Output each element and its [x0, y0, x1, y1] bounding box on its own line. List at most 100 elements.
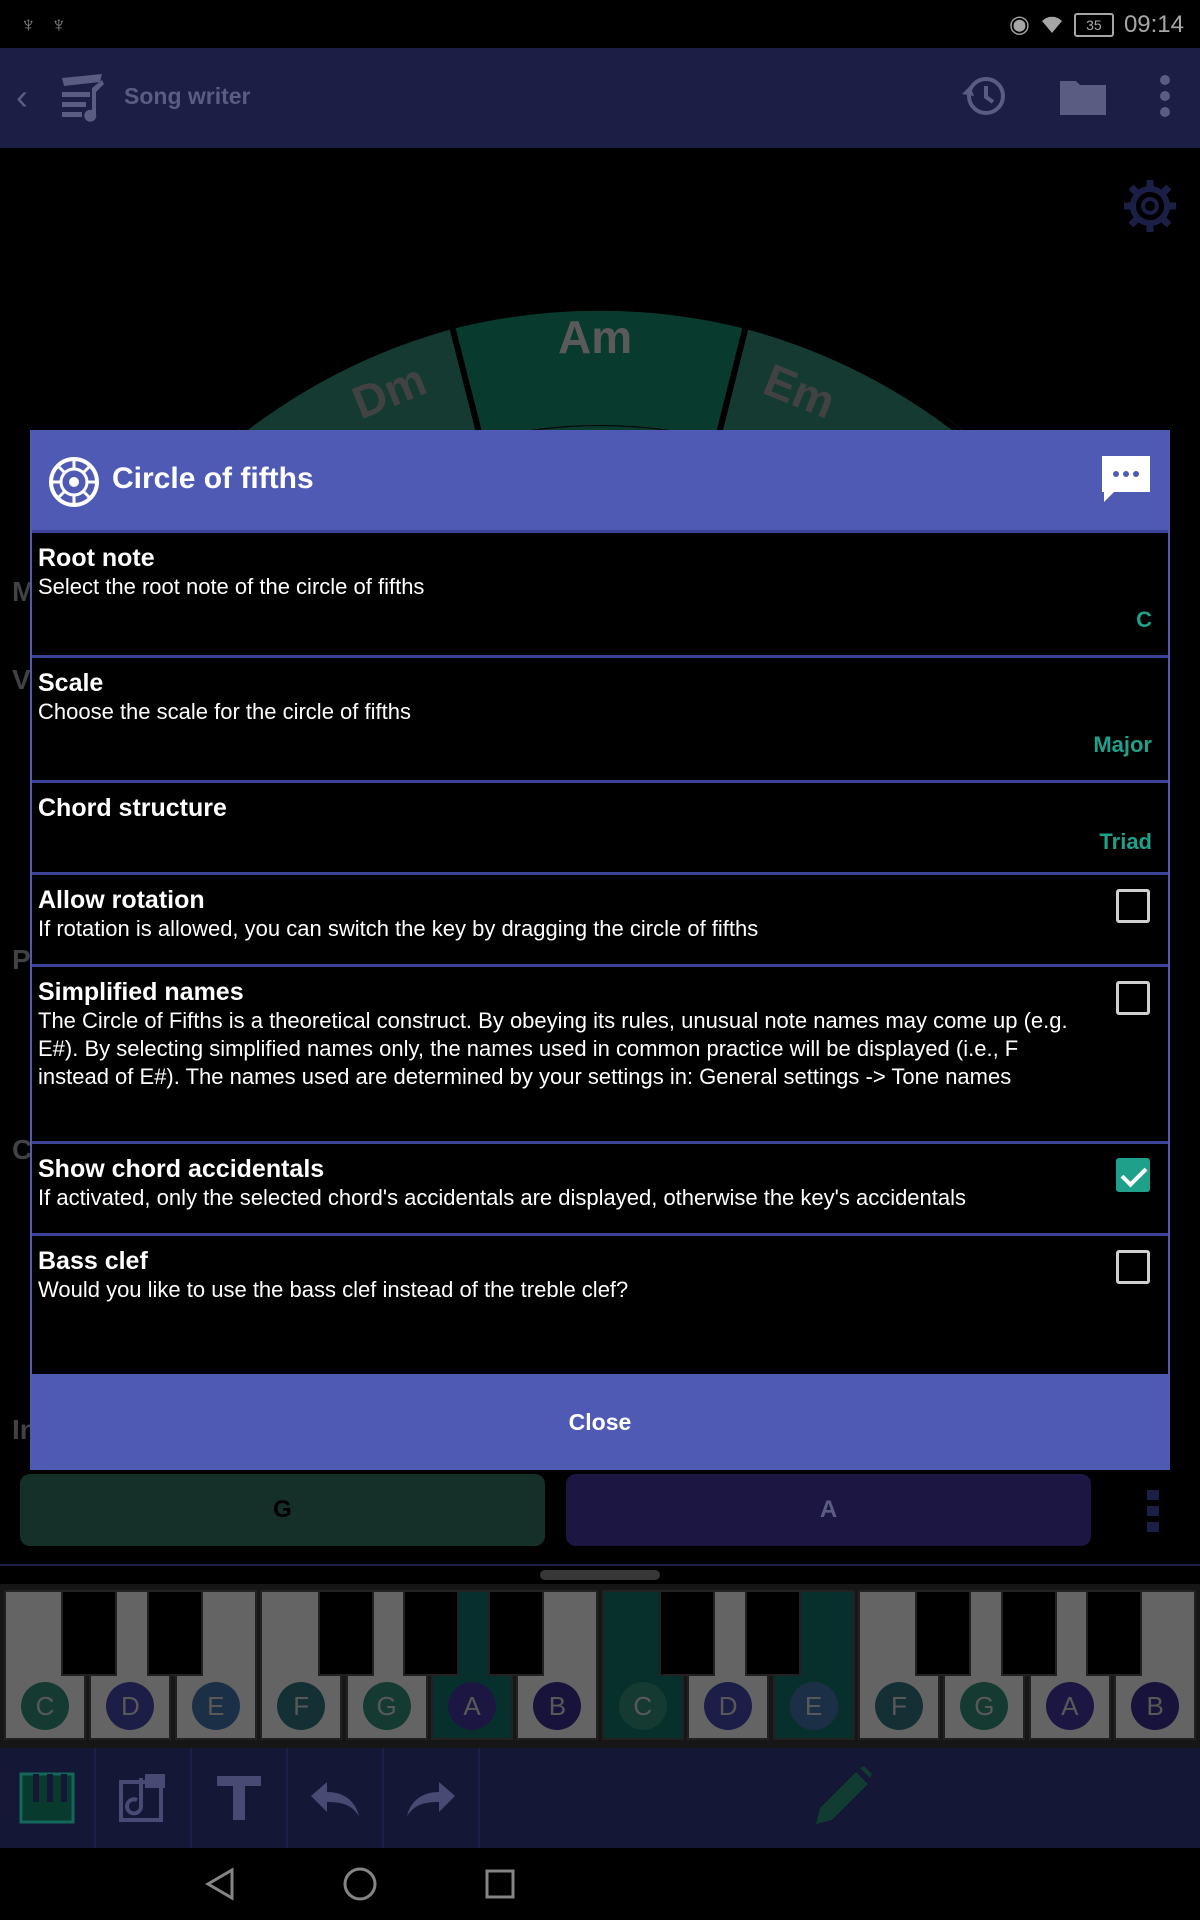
redo-icon: [407, 1782, 455, 1816]
piano-black-key[interactable]: [1086, 1590, 1143, 1676]
circle-outer-c[interactable]: C: [582, 200, 615, 254]
show-chord-accidentals-checkbox[interactable]: [1116, 1158, 1150, 1192]
piano-key-label: E: [191, 1682, 240, 1730]
setting-description: If activated, only the selected chord's …: [38, 1185, 967, 1210]
wifi-icon: [1041, 16, 1062, 33]
piano-black-key[interactable]: [744, 1590, 801, 1676]
piano-keyboard[interactable]: CDEFGABCDEFGAB: [0, 1584, 1200, 1748]
eye-icon: ◉: [1008, 11, 1030, 38]
app-bar: ‹ Song writer: [0, 48, 1200, 148]
circle-of-fifths-icon: [49, 457, 99, 507]
piano-tool-button[interactable]: [0, 1748, 96, 1848]
home-circle-icon[interactable]: [342, 1866, 378, 1902]
text-tool-button[interactable]: [192, 1748, 288, 1848]
undo-button[interactable]: [288, 1748, 384, 1848]
usb-icon: ♆: [20, 12, 37, 37]
piano-black-key[interactable]: [1000, 1590, 1057, 1676]
bottom-toolbar: [0, 1748, 1200, 1848]
settings-gear-icon[interactable]: [1122, 178, 1178, 234]
setting-description: The Circle of Fifths is a theoretical co…: [38, 1008, 1068, 1089]
setting-title: Bass clef: [38, 1247, 148, 1275]
pencil-icon[interactable]: [806, 1762, 876, 1832]
redo-button[interactable]: [384, 1748, 480, 1848]
piano-icon: [19, 1772, 75, 1824]
setting-bass-clef[interactable]: Bass clef Would you like to use the bass…: [32, 1233, 1168, 1333]
piano-key-label: F: [875, 1682, 923, 1730]
circle-of-fifths[interactable]: F C G Dm Am Em: [0, 148, 1200, 430]
back-chevron-icon[interactable]: ‹: [16, 76, 28, 118]
usb-icon: ♆: [50, 12, 68, 37]
dialog-header: Circle of fifths: [32, 432, 1168, 530]
piano-key-label: D: [704, 1682, 753, 1730]
piano-key-label: F: [277, 1682, 326, 1730]
chord-row: G A: [0, 1474, 1200, 1564]
piano-key-label: C: [21, 1682, 69, 1730]
piano-key-label: C: [618, 1682, 667, 1730]
allow-rotation-checkbox[interactable]: [1116, 889, 1150, 923]
piano-key-label: A: [1045, 1682, 1094, 1730]
dialog-title: Circle of fifths: [112, 462, 314, 495]
piano-black-key[interactable]: [146, 1590, 203, 1676]
history-icon[interactable]: [960, 72, 1008, 120]
piano-key-label: E: [789, 1682, 838, 1730]
setting-title: Show chord accidentals: [38, 1155, 325, 1183]
setting-allow-rotation[interactable]: Allow rotation If rotation is allowed, y…: [32, 872, 1168, 964]
app-title: Song writer: [124, 83, 251, 109]
back-triangle-icon[interactable]: [202, 1866, 238, 1902]
panel-divider[interactable]: [0, 1564, 1200, 1586]
chord-button[interactable]: G: [20, 1474, 545, 1546]
setting-root-note[interactable]: Root note Select the root note of the ci…: [32, 530, 1168, 655]
setting-title: Allow rotation: [38, 886, 205, 914]
setting-description: Would you like to use the bass clef inst…: [38, 1277, 629, 1302]
battery-icon: 35: [1073, 12, 1114, 37]
background-section-letter: V: [12, 664, 31, 695]
setting-title: Chord structure: [38, 794, 227, 822]
piano-black-key[interactable]: [403, 1590, 459, 1676]
setting-scale[interactable]: Scale Choose the scale for the circle of…: [32, 655, 1168, 780]
circle-of-fifths-dialog: Circle of fifths Root note Select the ro…: [30, 430, 1170, 1470]
setting-title: Root note: [38, 544, 155, 572]
settings-list: Root note Select the root note of the ci…: [32, 530, 1168, 1333]
setting-title: Simplified names: [38, 978, 244, 1006]
setting-value: C: [1136, 607, 1152, 632]
setting-show-chord-accidentals[interactable]: Show chord accidentals If activated, onl…: [32, 1141, 1168, 1233]
piano-black-key[interactable]: [659, 1590, 716, 1676]
drag-handle[interactable]: [540, 1570, 660, 1580]
piano-key-label: B: [533, 1682, 582, 1730]
piano-key-label: G: [362, 1682, 411, 1730]
status-time: 09:14: [1123, 10, 1184, 38]
piano-black-key[interactable]: [61, 1590, 118, 1676]
piano-key-label: A: [448, 1682, 496, 1730]
setting-title: Scale: [38, 669, 104, 697]
setting-description: Choose the scale for the circle of fifth…: [38, 699, 411, 724]
undo-icon: [311, 1782, 359, 1816]
system-navigation-bar: [0, 1848, 1200, 1920]
score-tool-button[interactable]: [96, 1748, 192, 1848]
setting-description: Select the root note of the circle of fi…: [38, 574, 425, 599]
piano-black-key[interactable]: [915, 1590, 972, 1676]
more-vert-icon[interactable]: [1158, 74, 1172, 118]
piano-key-label: G: [960, 1682, 1009, 1730]
close-button[interactable]: Close: [32, 1374, 1168, 1470]
piano-black-key[interactable]: [488, 1590, 545, 1676]
simplified-names-checkbox[interactable]: [1116, 981, 1150, 1015]
folder-icon[interactable]: [1058, 75, 1108, 117]
recents-square-icon[interactable]: [484, 1868, 516, 1900]
setting-value: Triad: [1099, 829, 1152, 854]
setting-simplified-names[interactable]: Simplified names The Circle of Fifths is…: [32, 964, 1168, 1141]
music-sheet-icon: [119, 1774, 165, 1822]
setting-chord-structure[interactable]: Chord structure Triad: [32, 780, 1168, 872]
song-writer-logo-icon: [62, 74, 104, 122]
text-icon: [217, 1776, 261, 1820]
chord-button[interactable]: A: [566, 1474, 1091, 1546]
piano-black-key[interactable]: [317, 1590, 374, 1676]
status-bar: ♆ ♆ ◉ 35 09:14: [0, 0, 1200, 48]
circle-inner-am[interactable]: Am: [558, 310, 632, 364]
more-vert-icon[interactable]: [1146, 1488, 1160, 1534]
piano-key-label: B: [1131, 1682, 1180, 1730]
piano-key-label: D: [106, 1682, 155, 1730]
setting-description: If rotation is allowed, you can switch t…: [38, 916, 759, 941]
chat-bubble-icon[interactable]: [1100, 454, 1152, 504]
background-section-letter: P: [12, 944, 31, 975]
bass-clef-checkbox[interactable]: [1116, 1250, 1150, 1284]
